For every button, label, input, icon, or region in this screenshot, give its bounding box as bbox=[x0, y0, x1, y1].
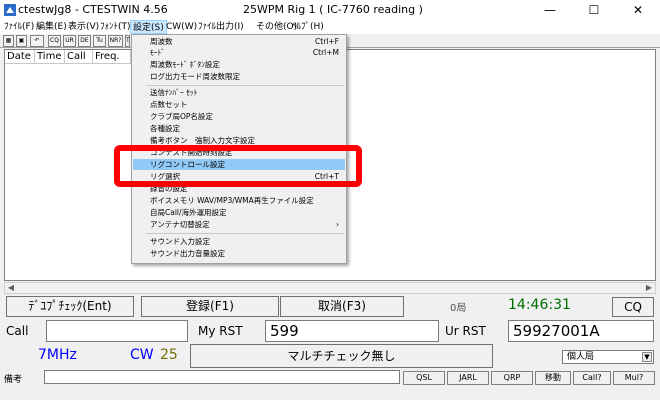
menu-item-freq-mode-buttons[interactable]: 周波数ﾓｰﾄﾞ ﾎﾞﾀﾝ設定 bbox=[133, 59, 345, 70]
call-input[interactable] bbox=[46, 320, 188, 342]
scroll-left-icon[interactable]: ◀ bbox=[5, 283, 17, 293]
toolbar-nr-button[interactable]: NR? bbox=[108, 35, 123, 47]
column-call[interactable]: Call bbox=[65, 50, 93, 63]
minimize-button[interactable]: — bbox=[528, 0, 572, 20]
menu-item-club-op[interactable]: クラブ局OP名設定 bbox=[133, 111, 345, 122]
band-display: 7MHz bbox=[38, 347, 77, 363]
cancel-button[interactable]: 取消(F3) bbox=[280, 296, 404, 317]
column-date[interactable]: Date bbox=[5, 50, 35, 63]
title-bar: ctestwJg8 - CTESTWIN 4.56 25WPM Rig 1 ( … bbox=[0, 0, 660, 20]
submenu-arrow-icon: › bbox=[336, 220, 339, 229]
my-rst-input[interactable]: 599 bbox=[265, 320, 439, 342]
station-type-select[interactable]: 個人局 ▼ bbox=[562, 350, 654, 364]
annotation-highlight-box bbox=[114, 145, 362, 187]
menu-settings[interactable]: 設定(S) bbox=[130, 20, 167, 34]
toolbar-t-button[interactable]: T bbox=[125, 35, 130, 47]
menu-item-misc-settings[interactable]: 各種設定 bbox=[133, 123, 345, 134]
menu-file[interactable]: ﾌｧｲﾙ(F) bbox=[2, 20, 36, 34]
rig-status-title: 25WPM Rig 1 ( IC-7760 reading ) bbox=[243, 3, 423, 16]
menu-item-log-output-freq-limit[interactable]: ログ出力モード周波数限定 bbox=[133, 71, 345, 82]
ur-rst-label: Ur RST bbox=[445, 324, 486, 338]
chevron-down-icon[interactable]: ▼ bbox=[642, 352, 652, 362]
menu-item-points[interactable]: 点数セット bbox=[133, 99, 345, 110]
horizontal-scrollbar[interactable]: ◀ ▶ bbox=[4, 282, 656, 294]
menu-edit[interactable]: 編集(E) bbox=[34, 20, 69, 34]
app-icon bbox=[4, 4, 16, 16]
ur-rst-input[interactable]: 59927001A bbox=[508, 320, 654, 342]
scroll-right-icon[interactable]: ▶ bbox=[643, 283, 655, 293]
log-grid-header: Date Time Call Freq. bbox=[5, 50, 131, 64]
menu-item-voice-memory[interactable]: ボイスメモリ WAV/MP3/WMA再生ファイル設定 bbox=[133, 195, 345, 206]
menu-bar: ﾌｧｲﾙ(F) 編集(E) 表示(V) ﾌｫﾝﾄ(T) 設定(S) CW(W) … bbox=[0, 20, 660, 34]
menu-file-output[interactable]: ﾌｧｲﾙ出力(I) bbox=[196, 20, 246, 34]
qso-count: 0局 bbox=[450, 303, 467, 314]
multi-check-status: マルチチェック無し bbox=[190, 344, 493, 368]
menu-cw[interactable]: CW(W) bbox=[164, 20, 199, 34]
menu-separator bbox=[146, 85, 344, 86]
column-freq[interactable]: Freq. bbox=[93, 50, 131, 63]
dupe-check-button[interactable]: ﾃﾞﾕﾌﾟﾁｪｯｸ(Ent) bbox=[6, 296, 134, 317]
column-time[interactable]: Time bbox=[35, 50, 65, 63]
portable-button[interactable]: 移動 bbox=[535, 371, 571, 385]
qrp-button[interactable]: QRP bbox=[491, 371, 533, 385]
menu-help[interactable]: ﾍﾙﾌﾟ(H) bbox=[290, 20, 326, 34]
save-icon[interactable]: ▣ bbox=[16, 35, 27, 47]
menu-separator bbox=[146, 233, 344, 234]
maximize-button[interactable]: ☐ bbox=[572, 0, 616, 20]
my-rst-label: My RST bbox=[198, 324, 243, 338]
call-query-button[interactable]: Call? bbox=[573, 371, 611, 385]
open-icon[interactable]: ▦ bbox=[3, 35, 14, 47]
cq-button[interactable]: CQ bbox=[612, 297, 654, 317]
app-window: ctestwJg8 - CTESTWIN 4.56 25WPM Rig 1 ( … bbox=[0, 0, 660, 400]
menu-item-sound-input[interactable]: サウンド入力設定 bbox=[133, 236, 345, 247]
menu-item-own-call[interactable]: 自局Call/海外運用設定 bbox=[133, 207, 345, 218]
multi-query-button[interactable]: Mul? bbox=[613, 371, 655, 385]
menu-item-antenna-switch[interactable]: アンテナ切替設定 › bbox=[133, 219, 345, 230]
mode-number: 25 bbox=[160, 347, 178, 363]
qsl-button[interactable]: QSL bbox=[403, 371, 445, 385]
remarks-label: 備考 bbox=[4, 375, 23, 385]
log-button[interactable]: 登録(F1) bbox=[141, 296, 279, 317]
undo-icon[interactable]: ↶ bbox=[30, 35, 44, 47]
toolbar-cq-button[interactable]: CQ bbox=[48, 35, 61, 47]
menu-item-sound-output[interactable]: サウンド出力音量設定 bbox=[133, 248, 345, 259]
menu-font[interactable]: ﾌｫﾝﾄ(T) bbox=[98, 20, 133, 34]
menu-item-send-number[interactable]: 送信ﾅﾝﾊﾞｰ ｾｯﾄ bbox=[133, 87, 345, 98]
menu-view[interactable]: 表示(V) bbox=[66, 20, 101, 34]
mode-display: CW bbox=[130, 347, 154, 363]
toolbar-de-button[interactable]: DE bbox=[78, 35, 91, 47]
window-title: ctestwJg8 - CTESTWIN 4.56 bbox=[18, 3, 168, 16]
menu-item-mode[interactable]: ﾓｰﾄﾞ Ctrl+M bbox=[133, 47, 345, 58]
toolbar-ur-button[interactable]: UR bbox=[63, 35, 76, 47]
toolbar-tu-button[interactable]: Tu bbox=[93, 35, 106, 47]
remarks-input[interactable] bbox=[44, 370, 400, 384]
clock-time: 14:46:31 bbox=[508, 297, 571, 313]
menu-item-frequency[interactable]: 周波数 Ctrl+F bbox=[133, 36, 345, 47]
call-label: Call bbox=[6, 324, 29, 338]
close-button[interactable]: ✕ bbox=[616, 0, 660, 20]
jarl-button[interactable]: JARL bbox=[447, 371, 489, 385]
